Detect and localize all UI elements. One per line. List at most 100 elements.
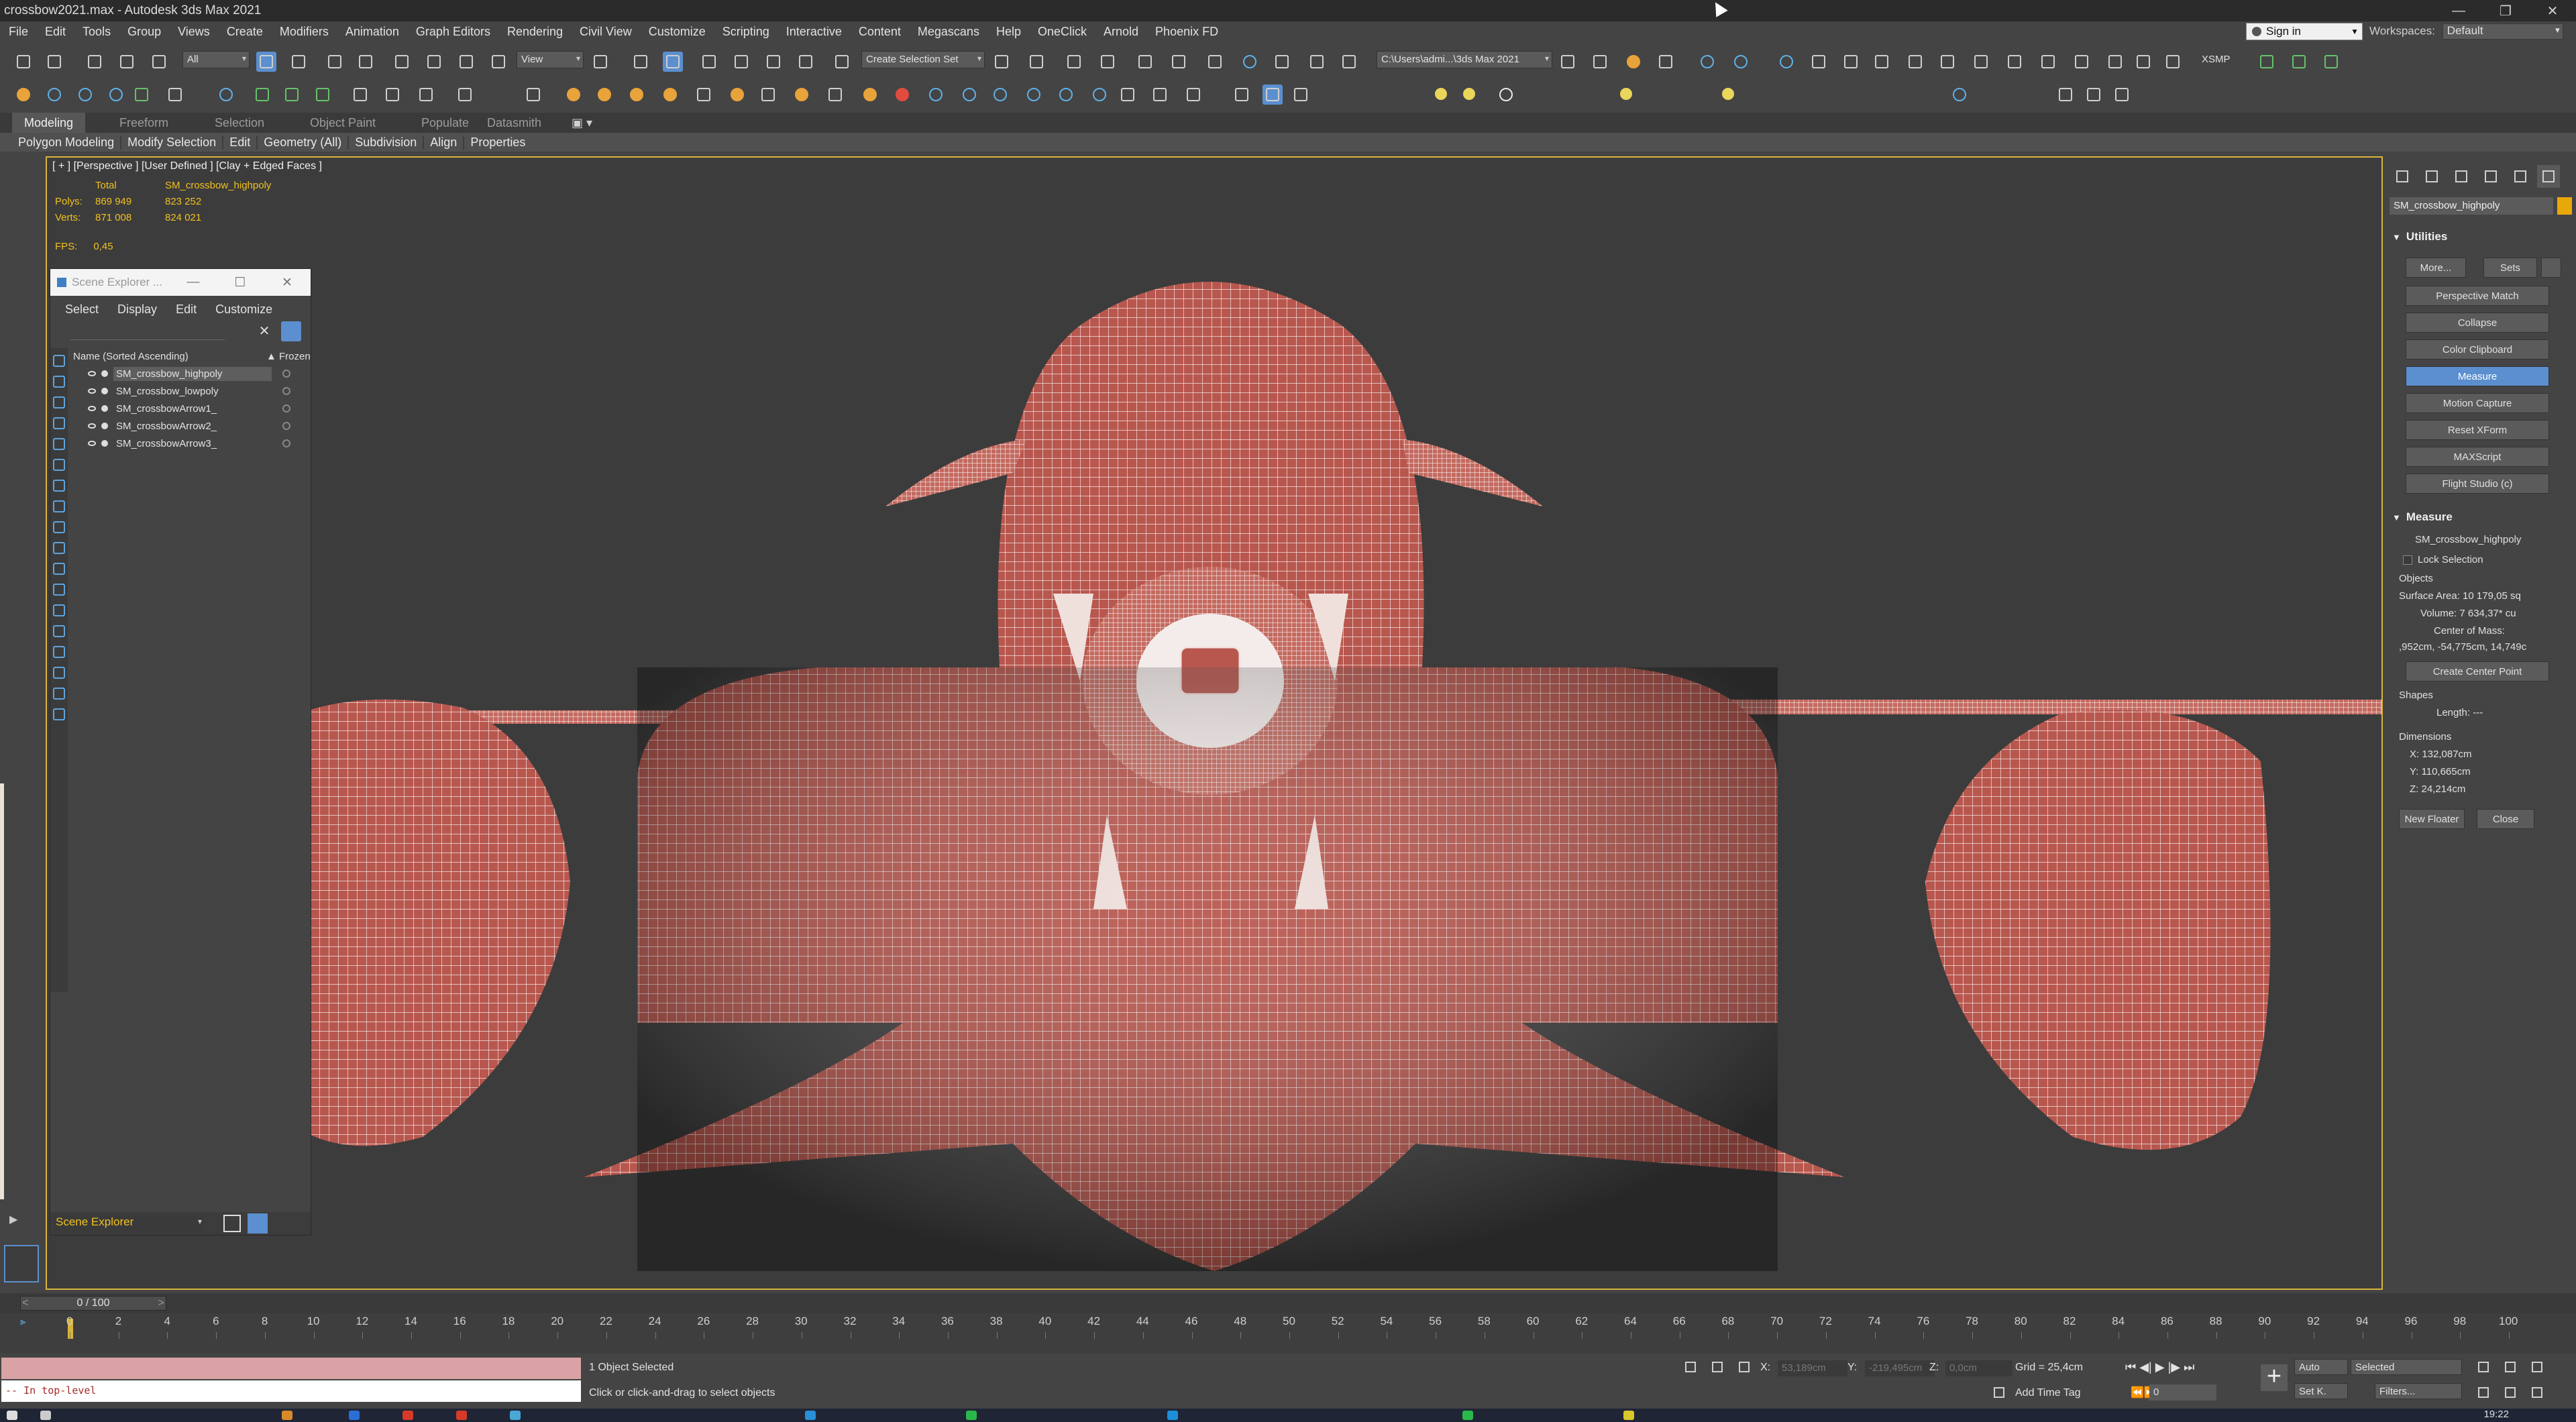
snowflake-icon[interactable] (282, 370, 290, 378)
material-editor-icon[interactable] (1240, 52, 1260, 72)
ribbon-tab-modeling[interactable]: Modeling (12, 113, 86, 133)
search-input[interactable] (70, 323, 225, 340)
chrome-icon[interactable] (402, 1411, 413, 1420)
maximize-icon[interactable]: ☐ (217, 269, 264, 296)
ribbon-icon[interactable] (1135, 52, 1155, 72)
sync-icon[interactable] (53, 708, 65, 720)
track-bar[interactable]: ⫸ 0 2 4 6 8 10 12 14 16 18 20 22 24 26 28 30 32 34 36 38 40 4… (0, 1313, 2576, 1354)
operator-icon[interactable] (2084, 85, 2104, 105)
current-frame-field[interactable]: 0 (2149, 1384, 2216, 1401)
light-create-icon[interactable] (106, 85, 126, 105)
column-frozen[interactable]: ▲ Frozen (266, 351, 311, 362)
workspace-select[interactable]: Default (2442, 23, 2563, 40)
key-filter-select[interactable]: Selected (2351, 1359, 2462, 1375)
undo-icon[interactable] (13, 52, 34, 72)
display-all-icon[interactable] (53, 604, 65, 616)
window-crossing-icon[interactable] (356, 52, 376, 72)
arnold-ipr-icon[interactable] (1263, 85, 1283, 105)
maximize-button[interactable]: ❐ (2482, 0, 2529, 21)
time-slider[interactable]: < 0 / 100 > (0, 1293, 2576, 1313)
phoenix-fire-icon[interactable] (1697, 52, 1717, 72)
layers-icon[interactable] (223, 1215, 241, 1232)
measure-button[interactable]: Measure (2406, 366, 2549, 386)
pan-icon[interactable] (2502, 1384, 2520, 1402)
search-icon[interactable] (40, 1411, 51, 1420)
helper-icon[interactable] (131, 85, 152, 105)
orbit-icon[interactable] (2529, 1384, 2546, 1402)
hierarchy-tab-icon[interactable] (2450, 165, 2473, 188)
bind-space-warp-icon[interactable] (149, 52, 169, 72)
hierarchy-icon[interactable] (248, 1213, 268, 1234)
xsmp-download-icon[interactable] (2321, 52, 2341, 72)
menu-civil-view[interactable]: Civil View (571, 25, 640, 39)
expand-toolbar-icon[interactable] (1590, 52, 1610, 72)
edit-named-selection-icon[interactable] (832, 52, 852, 72)
list-item[interactable]: SM_crossbowArrow3_ (68, 435, 311, 452)
mirror-icon[interactable] (991, 52, 1012, 72)
arnold-render-icon[interactable] (1232, 85, 1252, 105)
trash-icon[interactable] (455, 85, 475, 105)
list-item[interactable]: SM_crossbow_highpoly (68, 365, 311, 382)
snowflake-icon[interactable] (282, 439, 290, 447)
menu-phoenix-fd[interactable]: Phoenix FD (1146, 25, 1226, 39)
app-icon[interactable] (456, 1411, 467, 1420)
ribbon-tab-populate[interactable]: Populate (421, 113, 469, 133)
auto-key-button[interactable]: Auto (2294, 1359, 2348, 1375)
ocean-icon[interactable] (1024, 85, 1044, 105)
filter-icon[interactable] (281, 321, 301, 341)
flight-studio-button[interactable]: Flight Studio (c) (2406, 474, 2549, 494)
app-icon[interactable] (349, 1411, 360, 1420)
standin-icon[interactable] (1949, 85, 1970, 105)
filter-geometry-icon[interactable] (53, 355, 65, 367)
toggle-layer-explorer-icon[interactable] (1097, 52, 1118, 72)
sign-in-dropdown[interactable]: Sign in ▼ (2246, 23, 2363, 40)
ribbon-tab-freeform[interactable]: Freeform (119, 113, 168, 133)
perspective-match-button[interactable]: Perspective Match (2406, 286, 2549, 306)
select-object-icon[interactable] (256, 52, 276, 72)
help-icon[interactable] (1183, 85, 1203, 105)
viewport-label[interactable]: [ + ] [Perspective ] [User Defined ] [Cl… (52, 160, 322, 172)
menu-customize[interactable]: Customize (640, 25, 714, 39)
eye-icon[interactable] (88, 441, 96, 446)
angle-snap-icon[interactable] (731, 52, 751, 72)
snowflake-icon[interactable] (282, 387, 290, 395)
render-icon[interactable] (101, 423, 108, 429)
menu-edit[interactable]: Edit (36, 25, 74, 39)
render-view-icon[interactable] (1872, 52, 1892, 72)
toggle-scene-explorer-icon[interactable] (1064, 52, 1084, 72)
find-icon[interactable] (53, 667, 65, 679)
align-icon[interactable] (1026, 52, 1046, 72)
snowflake-icon[interactable] (282, 404, 290, 413)
redo-icon[interactable] (44, 52, 64, 72)
spinner-snap-icon[interactable] (796, 52, 816, 72)
eye-icon[interactable] (88, 371, 96, 376)
area-light-icon[interactable] (1460, 85, 1480, 105)
menu-graph-editors[interactable]: Graph Editors (407, 25, 498, 39)
motion-capture-button[interactable]: Motion Capture (2406, 393, 2549, 413)
filter-bones-icon[interactable] (53, 521, 65, 533)
modify-tab-icon[interactable] (2420, 165, 2443, 188)
app-icon[interactable] (1623, 1411, 1634, 1420)
liquid-start-icon[interactable] (959, 85, 979, 105)
collapse-button[interactable]: Collapse (2406, 313, 2549, 333)
flame-icon[interactable] (727, 85, 747, 105)
zoom-all-icon[interactable] (2502, 1359, 2520, 1376)
render-icon[interactable] (101, 440, 108, 447)
play-icon[interactable] (350, 85, 370, 105)
ribbon-options-icon[interactable]: ▣ ▾ (572, 113, 592, 133)
isolate-selection-icon[interactable] (1682, 1359, 1700, 1376)
viewport-layout-icon[interactable] (2133, 52, 2153, 72)
display-none-icon[interactable] (53, 625, 65, 637)
list-item[interactable]: SM_crossbow_lowpoly (68, 382, 311, 400)
place-icon[interactable] (488, 52, 508, 72)
field-of-view-icon[interactable] (2475, 1384, 2493, 1402)
filter-cameras-icon[interactable] (53, 417, 65, 429)
menu-create[interactable]: Create (218, 25, 271, 39)
set-key-button[interactable]: Set K. (2294, 1383, 2348, 1399)
app-icon[interactable] (966, 1411, 977, 1420)
absolute-mode-icon[interactable] (1736, 1359, 1754, 1376)
3dsmax-icon[interactable] (1167, 1411, 1178, 1420)
sets-button[interactable]: Sets (2483, 258, 2537, 278)
fire-particles-icon[interactable] (660, 85, 680, 105)
funnel-icon[interactable] (53, 688, 65, 700)
